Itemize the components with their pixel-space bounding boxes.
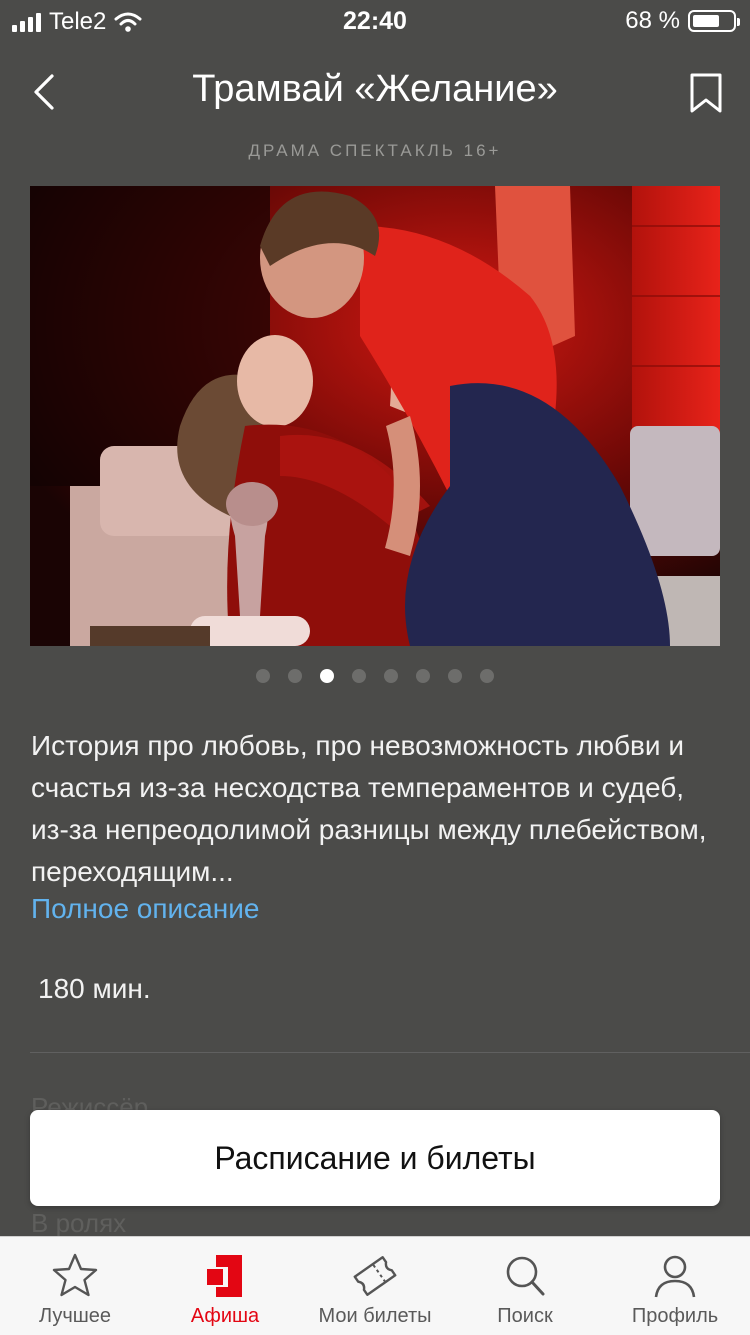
tab-my-tickets-label: Мои билеты: [318, 1305, 432, 1327]
tab-bar: Лучшее Афиша Мои билеты Поиск Профиль: [0, 1236, 750, 1335]
description-text: История про любовь, про невозможность лю…: [31, 730, 707, 887]
tab-profile-label: Профиль: [631, 1305, 719, 1327]
divider: [30, 1052, 750, 1053]
tab-profile[interactable]: Профиль: [600, 1237, 750, 1335]
pagination-dot[interactable]: [288, 669, 302, 683]
schedule-tickets-button[interactable]: Расписание и билеты: [30, 1110, 720, 1206]
profile-icon: [654, 1255, 696, 1298]
genre-subtitle: ДРАМА СПЕКТАКЛЬ 16+: [248, 141, 502, 160]
full-description-link[interactable]: Полное описание: [31, 893, 259, 925]
schedule-tickets-label: Расписание и билеты: [214, 1139, 536, 1176]
pagination-dot[interactable]: [480, 669, 494, 683]
cast-label: В ролях: [31, 1208, 127, 1238]
performance-photo: [30, 186, 720, 646]
pagination-dot[interactable]: [416, 669, 430, 683]
status-bar: Tele2 22:40 68 %: [0, 0, 750, 40]
pagination-dot[interactable]: [256, 669, 270, 683]
hero-image[interactable]: [30, 186, 720, 646]
bookmark-button[interactable]: [688, 72, 724, 114]
battery-group: 68 %: [625, 7, 740, 35]
tab-best[interactable]: Лучшее: [0, 1237, 150, 1335]
chevron-left-icon: [34, 74, 54, 110]
battery-percent: 68 %: [625, 7, 680, 34]
back-button[interactable]: [26, 70, 66, 114]
gallery-pagination: [0, 669, 750, 683]
pagination-dot[interactable]: [352, 669, 366, 683]
tab-search[interactable]: Поиск: [450, 1237, 600, 1335]
bookmark-icon: [690, 73, 722, 113]
pagination-dot[interactable]: [384, 669, 398, 683]
tab-poster[interactable]: Афиша: [150, 1237, 300, 1335]
tab-my-tickets[interactable]: Мои билеты: [300, 1237, 450, 1335]
pagination-dot[interactable]: [448, 669, 462, 683]
tab-search-label: Поиск: [497, 1305, 553, 1327]
duration-text: 180 мин.: [38, 973, 151, 1004]
page-title: Трамвай «Желание»: [192, 68, 558, 110]
tab-best-label: Лучшее: [38, 1305, 112, 1327]
star-icon: [52, 1253, 98, 1297]
poster-icon: [207, 1255, 242, 1297]
pagination-dot[interactable]: [320, 669, 334, 683]
search-icon: [506, 1256, 545, 1296]
battery-icon: [688, 10, 740, 32]
tab-poster-label: Афиша: [190, 1305, 260, 1327]
ticket-icon: [353, 1256, 397, 1296]
nav-bar: Трамвай «Желание»: [0, 60, 750, 130]
